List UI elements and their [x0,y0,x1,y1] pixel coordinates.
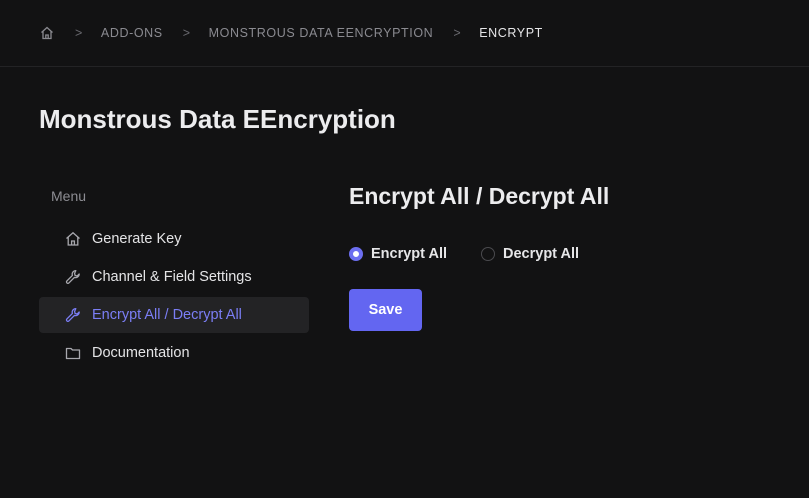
breadcrumb: > ADD-ONS > MONSTROUS DATA EENCRYPTION >… [0,25,543,41]
mode-radio-group: Encrypt All Decrypt All [349,246,613,262]
sidebar-item-encrypt-decrypt-all[interactable]: Encrypt All / Decrypt All [39,297,309,333]
menu-label: Menu [51,188,87,204]
wrench-icon [64,306,82,324]
top-bar: > ADD-ONS > MONSTROUS DATA EENCRYPTION >… [0,0,809,67]
sidebar-item-channel-field-settings[interactable]: Channel & Field Settings [39,259,309,295]
save-button[interactable]: Save [349,289,422,331]
breadcrumb-separator: > [182,26,191,40]
home-icon [64,230,82,248]
sidebar-item-label: Generate Key [92,231,182,247]
radio-label: Encrypt All [371,246,448,262]
main-content: Encrypt All / Decrypt All Encrypt All De… [349,183,613,331]
breadcrumb-monstrous-data-eencryption[interactable]: MONSTROUS DATA EENCRYPTION [209,26,434,40]
breadcrumb-separator: > [453,26,462,40]
wrench-icon [64,268,82,286]
sidebar-item-label: Encrypt All / Decrypt All [92,307,242,323]
breadcrumb-separator: > [75,26,83,40]
menu-list: Generate Key Channel & Field Settings En… [39,221,309,371]
breadcrumb-current: ENCRYPT [479,26,543,40]
breadcrumb-add-ons[interactable]: ADD-ONS [101,26,163,40]
encrypt-all-radio[interactable]: Encrypt All [349,246,447,262]
folder-icon [64,344,82,362]
radio-unselected-icon[interactable] [481,247,496,261]
sidebar-item-generate-key[interactable]: Generate Key [39,221,309,257]
page-title: Monstrous Data EEncryption [39,104,396,134]
radio-selected-icon[interactable] [349,247,363,261]
sidebar-item-label: Channel & Field Settings [92,269,252,285]
sidebar: Menu Generate Key Channel & Field Settin… [39,183,309,371]
sidebar-item-documentation[interactable]: Documentation [39,335,309,371]
sidebar-item-label: Documentation [92,345,190,361]
decrypt-all-radio[interactable]: Decrypt All [481,246,579,262]
radio-label: Decrypt All [503,246,580,262]
section-heading: Encrypt All / Decrypt All [349,183,610,209]
home-icon[interactable] [39,25,55,41]
